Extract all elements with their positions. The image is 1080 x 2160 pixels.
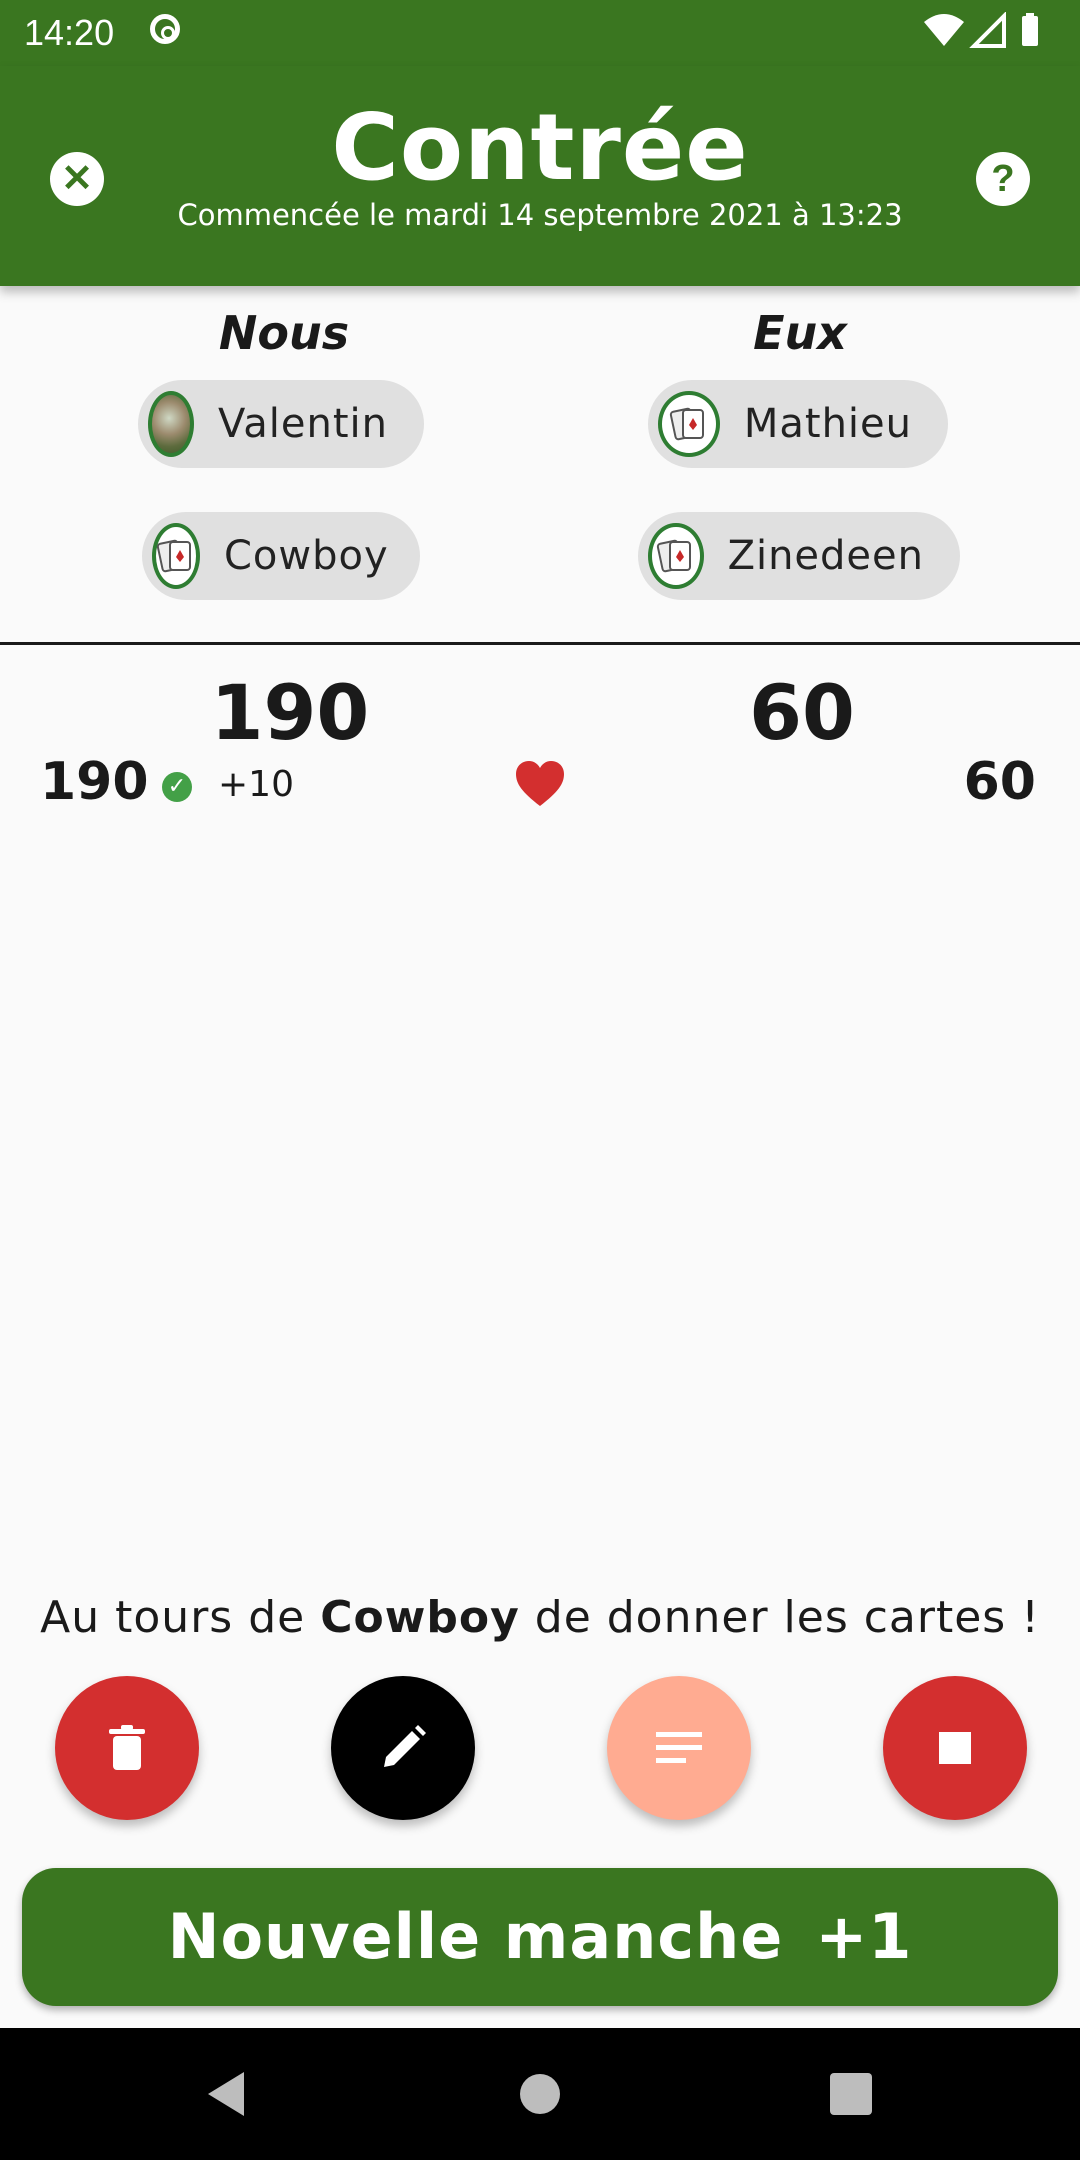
player-chip-cowboy[interactable]: Cowboy — [142, 512, 420, 600]
new-round-badge: +1 — [815, 1900, 913, 1973]
teams-section: Nous Eux Valentin Cowboy Mathieu Zinedee… — [0, 286, 1080, 642]
team-us-name: Nous — [218, 306, 350, 360]
help-icon[interactable]: ? — [976, 152, 1030, 206]
round-row[interactable]: 190 ✓ +10 60 — [0, 752, 1080, 822]
team-us-total: 190 — [210, 668, 370, 757]
edit-button[interactable] — [331, 1676, 475, 1820]
notes-button[interactable] — [607, 1676, 751, 1820]
back-icon[interactable] — [204, 2070, 248, 2118]
playing-cards-icon — [152, 523, 200, 589]
player-name: Cowboy — [224, 533, 389, 579]
notes-icon — [656, 1732, 702, 1763]
player-chip-zinedeen[interactable]: Zinedeen — [638, 512, 960, 600]
team-them-name: Eux — [753, 306, 847, 360]
check-circle-icon: ✓ — [162, 772, 192, 802]
trash-icon — [109, 1725, 145, 1770]
player-name: Mathieu — [743, 401, 912, 447]
stop-button[interactable] — [883, 1676, 1027, 1820]
playing-cards-icon — [648, 523, 704, 589]
team-them-total: 60 — [749, 668, 855, 757]
dealer-message: Au tours de Cowboy de donner les cartes … — [0, 1592, 1080, 1643]
signal-icon — [969, 12, 1006, 48]
round-them-score: 60 — [963, 752, 1036, 812]
game-start-date: Commencée le mardi 14 septembre 2021 à 1… — [177, 198, 903, 232]
navigation-bar — [0, 2028, 1080, 2160]
stop-icon — [939, 1732, 971, 1764]
round-us-score: 190 — [40, 752, 149, 812]
notification-icon — [150, 14, 180, 44]
battery-icon — [1022, 16, 1038, 46]
playing-cards-icon — [658, 391, 720, 457]
new-round-button[interactable]: Nouvelle manche +1 — [22, 1868, 1058, 2006]
recents-icon[interactable] — [830, 2073, 872, 2115]
app-header: ✕ Contrée Commencée le mardi 14 septembr… — [0, 66, 1080, 286]
dealer-name: Cowboy — [320, 1592, 520, 1643]
page-title: Contrée — [331, 94, 749, 201]
avatar — [148, 391, 194, 457]
divider — [0, 642, 1080, 645]
pencil-icon — [384, 1725, 426, 1767]
new-round-label: Nouvelle manche — [167, 1900, 784, 1973]
delete-button[interactable] — [55, 1676, 199, 1820]
player-chip-valentin[interactable]: Valentin — [138, 380, 424, 468]
player-name: Valentin — [218, 401, 388, 447]
status-bar: 14:20 — [0, 0, 1080, 66]
home-icon[interactable] — [518, 2072, 562, 2116]
round-bonus: +10 — [218, 764, 294, 805]
wifi-icon — [924, 14, 964, 46]
player-name: Zinedeen — [727, 533, 924, 579]
player-chip-mathieu[interactable]: Mathieu — [648, 380, 948, 468]
dealer-suffix: de donner les cartes ! — [534, 1592, 1040, 1643]
heart-icon — [516, 761, 564, 806]
status-time: 14:20 — [24, 12, 115, 53]
status-icons — [924, 12, 1038, 48]
dealer-prefix: Au tours de — [40, 1592, 306, 1643]
